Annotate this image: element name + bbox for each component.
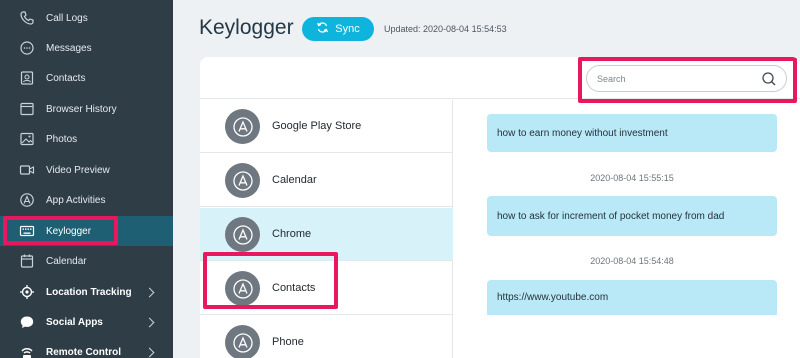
sidebar: Call Logs Messages Contacts Browser Hist… bbox=[0, 0, 173, 358]
keystroke-messages: how to earn money without investment 202… bbox=[454, 100, 800, 358]
panel-toolbar bbox=[200, 57, 800, 103]
sync-button[interactable]: Sync bbox=[302, 17, 374, 41]
sidebar-item-label: Location Tracking bbox=[46, 286, 132, 298]
sync-button-label: Sync bbox=[335, 23, 360, 35]
message-bubble: how to ask for increment of pocket money… bbox=[487, 196, 777, 236]
sidebar-item-label: Browser History bbox=[46, 103, 117, 115]
social-chat-icon bbox=[18, 313, 36, 331]
highlight-box-chrome bbox=[203, 252, 338, 309]
app-list: Google Play Store Calendar Chrome Contac… bbox=[200, 100, 453, 358]
message-bubble: https://www.youtube.com bbox=[487, 280, 777, 315]
sidebar-item-remote-control[interactable]: Remote Control bbox=[0, 337, 173, 358]
sidebar-item-label: Calendar bbox=[46, 255, 87, 267]
app-store-icon bbox=[225, 325, 260, 358]
sidebar-item-label: App Activities bbox=[46, 194, 106, 206]
sidebar-item-label: Video Preview bbox=[46, 164, 110, 176]
app-label: Google Play Store bbox=[272, 120, 362, 132]
location-icon bbox=[18, 283, 36, 301]
chevron-right-icon bbox=[144, 287, 155, 297]
app-row-google-play-store[interactable]: Google Play Store bbox=[200, 100, 453, 153]
chevron-right-icon bbox=[144, 347, 155, 357]
app-store-icon bbox=[18, 191, 36, 209]
calendar-icon bbox=[18, 252, 36, 270]
app-store-icon bbox=[225, 163, 260, 198]
sidebar-item-app-activities[interactable]: App Activities bbox=[0, 185, 173, 215]
message-timestamp: 2020-08-04 15:55:15 bbox=[590, 173, 674, 183]
remote-icon bbox=[18, 343, 36, 358]
sidebar-item-label: Contacts bbox=[46, 72, 86, 84]
sidebar-item-label: Messages bbox=[46, 42, 92, 54]
highlight-box-keylogger bbox=[3, 216, 118, 245]
keylogger-panel: Google Play Store Calendar Chrome Contac… bbox=[200, 57, 800, 358]
sidebar-item-messages[interactable]: Messages bbox=[0, 33, 173, 63]
app-store-icon bbox=[225, 109, 260, 144]
sidebar-item-contacts[interactable]: Contacts bbox=[0, 63, 173, 93]
page-title: Keylogger bbox=[199, 16, 294, 39]
app-label: Calendar bbox=[272, 174, 317, 186]
app-label: Phone bbox=[272, 336, 304, 348]
app-row-calendar[interactable]: Calendar bbox=[200, 154, 453, 207]
app-store-icon bbox=[225, 217, 260, 252]
message-bubble: how to earn money without investment bbox=[487, 114, 777, 152]
app-row-phone[interactable]: Phone bbox=[200, 316, 453, 358]
sidebar-item-label: Social Apps bbox=[46, 316, 103, 328]
sidebar-item-label: Call Logs bbox=[46, 12, 88, 24]
refresh-icon bbox=[316, 21, 329, 37]
sidebar-item-location-tracking[interactable]: Location Tracking bbox=[0, 277, 173, 307]
image-icon bbox=[18, 130, 36, 148]
last-updated-text: Updated: 2020-08-04 15:54:53 bbox=[384, 24, 507, 34]
sidebar-item-label: Photos bbox=[46, 133, 78, 145]
video-icon bbox=[18, 161, 36, 179]
app-label: Chrome bbox=[272, 228, 312, 240]
highlight-box-search bbox=[578, 57, 797, 103]
sidebar-item-browser-history[interactable]: Browser History bbox=[0, 94, 173, 124]
sidebar-item-video-preview[interactable]: Video Preview bbox=[0, 155, 173, 185]
phone-icon bbox=[18, 9, 36, 27]
sidebar-item-social-apps[interactable]: Social Apps bbox=[0, 307, 173, 337]
sidebar-item-photos[interactable]: Photos bbox=[0, 124, 173, 154]
chat-bubble-icon bbox=[18, 39, 36, 57]
chevron-right-icon bbox=[144, 317, 155, 327]
message-timestamp: 2020-08-04 15:54:48 bbox=[590, 256, 674, 266]
sidebar-item-calendar[interactable]: Calendar bbox=[0, 246, 173, 276]
sidebar-item-call-logs[interactable]: Call Logs bbox=[0, 3, 173, 33]
browser-icon bbox=[18, 100, 36, 118]
contacts-icon bbox=[18, 69, 36, 87]
sidebar-item-label: Remote Control bbox=[46, 346, 121, 358]
